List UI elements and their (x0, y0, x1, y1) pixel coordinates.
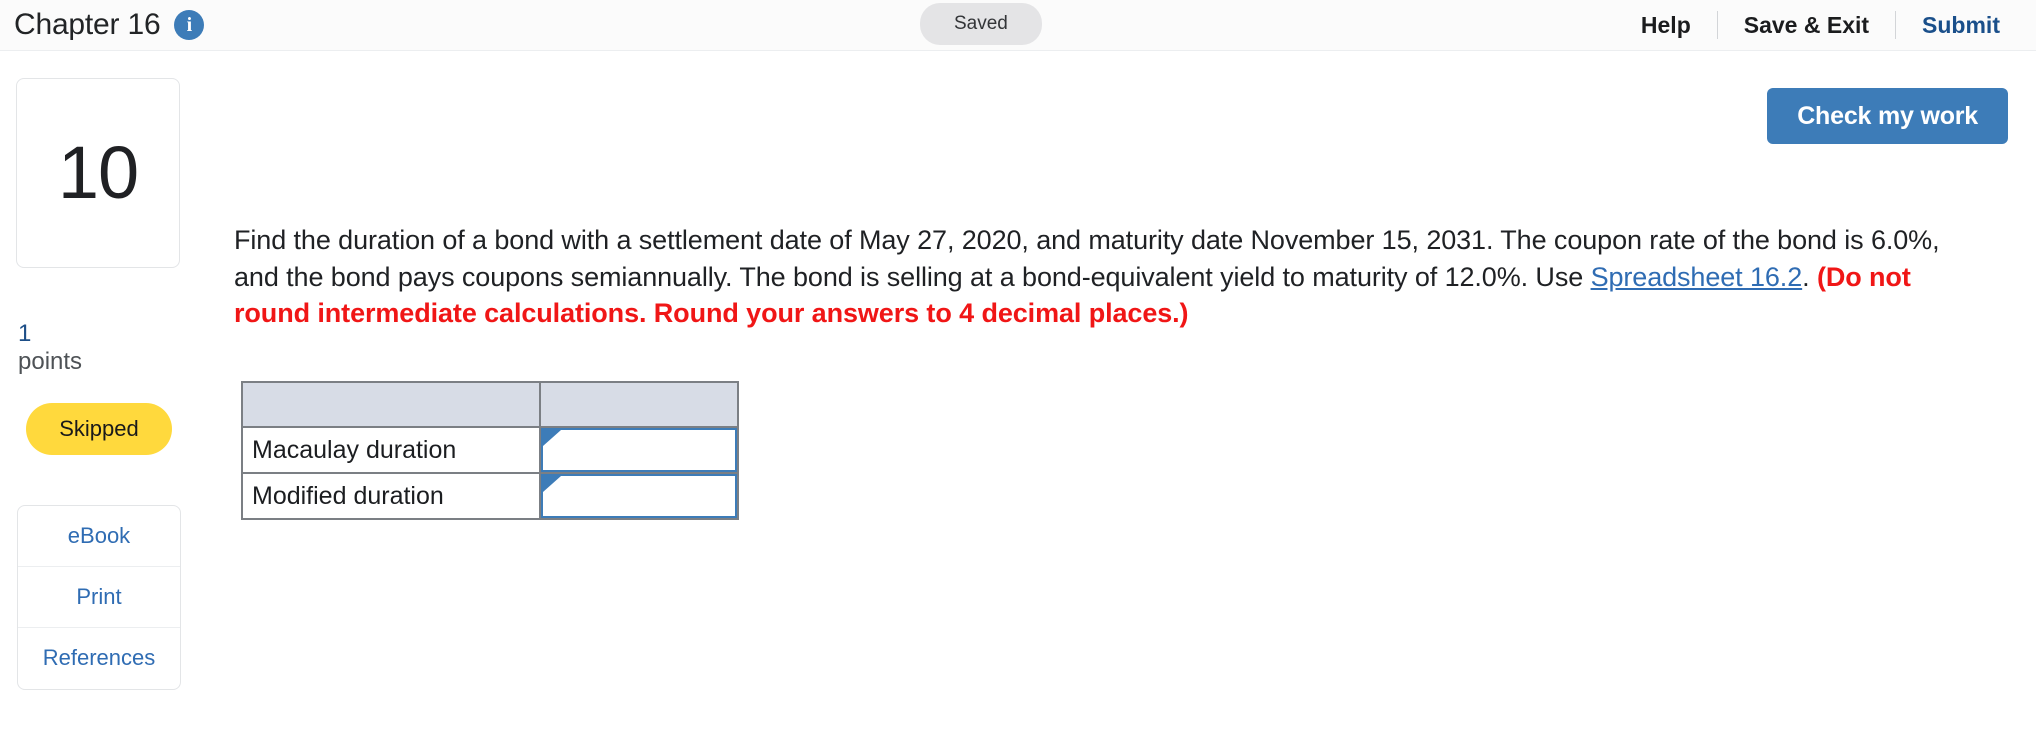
input-wrapper (541, 474, 737, 518)
references-link[interactable]: References (18, 628, 180, 689)
row-input-cell-modified[interactable] (539, 472, 739, 520)
table-row: Modified duration (241, 472, 739, 520)
submit-button[interactable]: Submit (1896, 13, 2008, 37)
question-text-part2: . (1802, 261, 1817, 292)
question-text: Find the duration of a bond with a settl… (234, 222, 1976, 332)
row-label-macaulay-duration: Macaulay duration (241, 426, 541, 474)
question-number: 10 (57, 131, 139, 214)
points-label: points (18, 348, 83, 376)
status-badge-saved: Saved (920, 3, 1042, 45)
page-title: Chapter 16 (14, 8, 161, 41)
table-header-row (241, 381, 739, 428)
table-header-cell-label (241, 381, 541, 428)
help-button[interactable]: Help (1615, 13, 1717, 37)
spreadsheet-link[interactable]: Spreadsheet 16.2 (1591, 262, 1803, 292)
modified-duration-input[interactable] (557, 476, 729, 516)
ebook-link[interactable]: eBook (18, 506, 180, 567)
info-icon[interactable]: i (174, 10, 205, 40)
answer-table: Macaulay duration Modified duration (241, 381, 739, 520)
save-and-exit-button[interactable]: Save & Exit (1718, 13, 1895, 37)
points-block: 1 points (18, 320, 182, 377)
row-input-cell-macaulay[interactable] (539, 426, 739, 474)
table-header-cell-value (539, 381, 739, 428)
question-rail: 10 1 points Skipped eBook Print Referenc… (16, 78, 182, 690)
table-row: Macaulay duration (241, 426, 739, 474)
points-value: 1 (18, 320, 32, 347)
chapter-group: Chapter 16 i (14, 0, 205, 50)
top-header-bar: Chapter 16 i Saved Help Save & Exit Subm… (0, 0, 2036, 51)
question-number-box: 10 (16, 78, 180, 268)
input-wrapper (541, 428, 737, 472)
check-my-work-button[interactable]: Check my work (1767, 88, 2008, 144)
row-label-modified-duration: Modified duration (241, 472, 541, 520)
resource-links-box: eBook Print References (17, 504, 181, 690)
header-actions: Help Save & Exit Submit (1615, 0, 2008, 50)
print-link[interactable]: Print (18, 567, 180, 628)
macaulay-duration-input[interactable] (557, 430, 729, 470)
status-badge-skipped[interactable]: Skipped (26, 402, 172, 455)
